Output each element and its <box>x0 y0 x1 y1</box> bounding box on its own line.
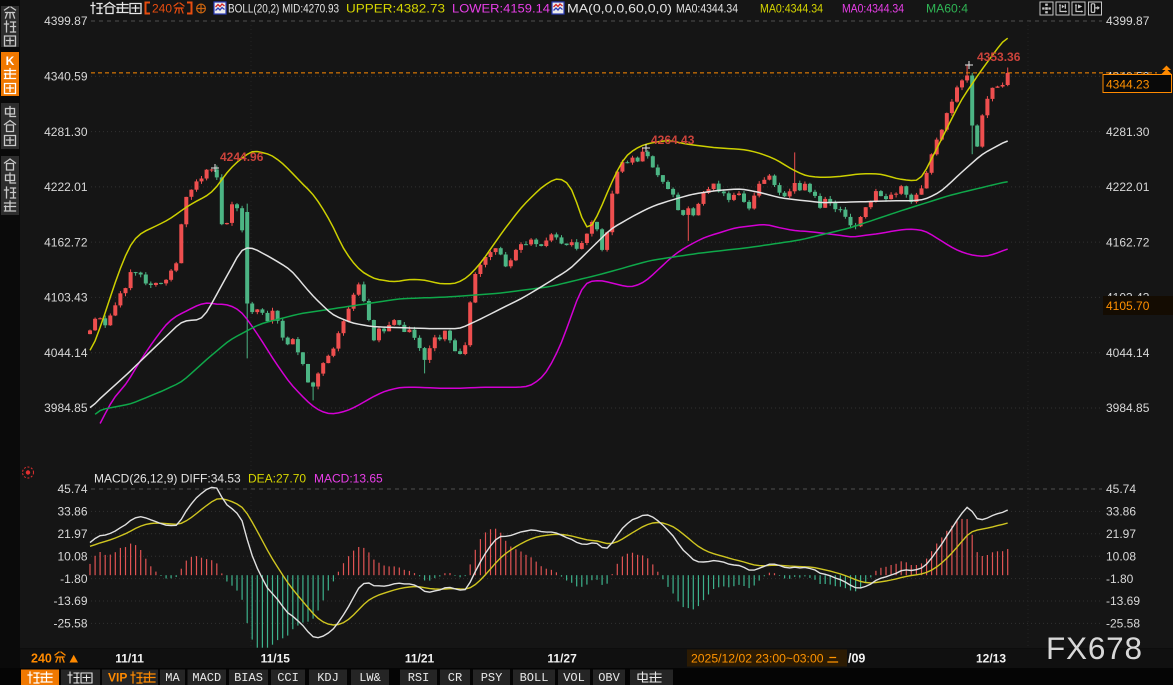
svg-text:10.08: 10.08 <box>57 549 87 563</box>
svg-text:45.74: 45.74 <box>1106 482 1136 496</box>
svg-text:MA(0,0,0,60,0,0): MA(0,0,0,60,0,0) <box>567 2 672 16</box>
svg-text:MA60:4: MA60:4 <box>926 2 968 16</box>
svg-text:240: 240 <box>31 652 52 666</box>
svg-text:4264.43: 4264.43 <box>651 133 695 147</box>
svg-text:VIP: VIP <box>108 671 127 685</box>
svg-text:4244.96: 4244.96 <box>220 150 264 164</box>
svg-text:4340.59: 4340.59 <box>44 70 88 84</box>
svg-text:RSI: RSI <box>408 671 430 685</box>
svg-text:LOWER:4159.14: LOWER:4159.14 <box>452 2 550 16</box>
svg-text:4105.70: 4105.70 <box>1106 299 1150 313</box>
svg-text:4344.23: 4344.23 <box>1106 78 1150 92</box>
svg-text:MA0:4344.34: MA0:4344.34 <box>676 2 738 16</box>
svg-text:2025/12/02 23:00~03:00: 2025/12/02 23:00~03:00 <box>691 652 824 666</box>
svg-text:4281.30: 4281.30 <box>1106 125 1150 139</box>
svg-text:MACD(26,12,9) DIFF:34.53: MACD(26,12,9) DIFF:34.53 <box>94 472 241 486</box>
svg-text:-25.58: -25.58 <box>53 617 87 631</box>
svg-text:-13.69: -13.69 <box>53 594 87 608</box>
svg-text:MACD: MACD <box>192 671 221 685</box>
svg-text:FX678: FX678 <box>1046 630 1143 666</box>
svg-text:VOL: VOL <box>563 671 585 685</box>
svg-text:MACD:13.65: MACD:13.65 <box>314 472 383 486</box>
svg-text:21.97: 21.97 <box>1106 527 1136 541</box>
svg-text:4399.87: 4399.87 <box>1106 14 1150 28</box>
svg-text:4222.01: 4222.01 <box>44 180 88 194</box>
svg-text:-1.80: -1.80 <box>1106 572 1134 586</box>
svg-text:-1.80: -1.80 <box>60 572 88 586</box>
svg-text:3984.85: 3984.85 <box>1106 401 1150 415</box>
svg-text:KDJ: KDJ <box>317 671 339 685</box>
svg-text:33.86: 33.86 <box>1106 505 1136 519</box>
svg-text:45.74: 45.74 <box>57 482 87 496</box>
svg-text:11/15: 11/15 <box>261 652 291 666</box>
svg-text:BIAS: BIAS <box>234 671 263 685</box>
svg-text:21.97: 21.97 <box>57 527 87 541</box>
svg-text:-25.58: -25.58 <box>1106 617 1140 631</box>
svg-text:4162.72: 4162.72 <box>44 235 88 249</box>
svg-text:4044.14: 4044.14 <box>44 346 88 360</box>
svg-text:10.08: 10.08 <box>1106 549 1136 563</box>
svg-text:MA: MA <box>165 671 180 685</box>
svg-text:CR: CR <box>448 671 462 685</box>
svg-text:MA0:4344.34: MA0:4344.34 <box>842 2 904 16</box>
svg-text:4222.01: 4222.01 <box>1106 180 1150 194</box>
svg-text:4353.36: 4353.36 <box>977 50 1021 64</box>
svg-text:4162.72: 4162.72 <box>1106 235 1150 249</box>
svg-text:33.86: 33.86 <box>57 505 87 519</box>
svg-text:4281.30: 4281.30 <box>44 125 88 139</box>
svg-text:BOLL(20,2) MID:4270.93: BOLL(20,2) MID:4270.93 <box>228 2 339 16</box>
svg-text:UPPER:4382.73: UPPER:4382.73 <box>346 2 445 16</box>
svg-text:240: 240 <box>152 2 172 16</box>
svg-text:4399.87: 4399.87 <box>44 14 88 28</box>
svg-text:PSY: PSY <box>481 671 503 685</box>
svg-text:-13.69: -13.69 <box>1106 594 1140 608</box>
svg-text:BOLL: BOLL <box>520 671 549 685</box>
svg-text:12/13: 12/13 <box>976 652 1006 666</box>
svg-text:K: K <box>6 54 15 68</box>
svg-text:11/11: 11/11 <box>115 652 144 666</box>
svg-text:11/21: 11/21 <box>405 652 435 666</box>
svg-text:CCI: CCI <box>277 671 299 685</box>
svg-text:OBV: OBV <box>598 671 620 685</box>
svg-text:4103.43: 4103.43 <box>44 291 88 305</box>
svg-text:3984.85: 3984.85 <box>44 401 88 415</box>
svg-text:LW&: LW& <box>359 671 381 685</box>
svg-text:DEA:27.70: DEA:27.70 <box>248 472 306 486</box>
svg-text:4044.14: 4044.14 <box>1106 346 1150 360</box>
svg-text:11/27: 11/27 <box>547 652 577 666</box>
svg-text:/09: /09 <box>848 652 865 666</box>
svg-text:MA0:4344.34: MA0:4344.34 <box>760 2 823 16</box>
